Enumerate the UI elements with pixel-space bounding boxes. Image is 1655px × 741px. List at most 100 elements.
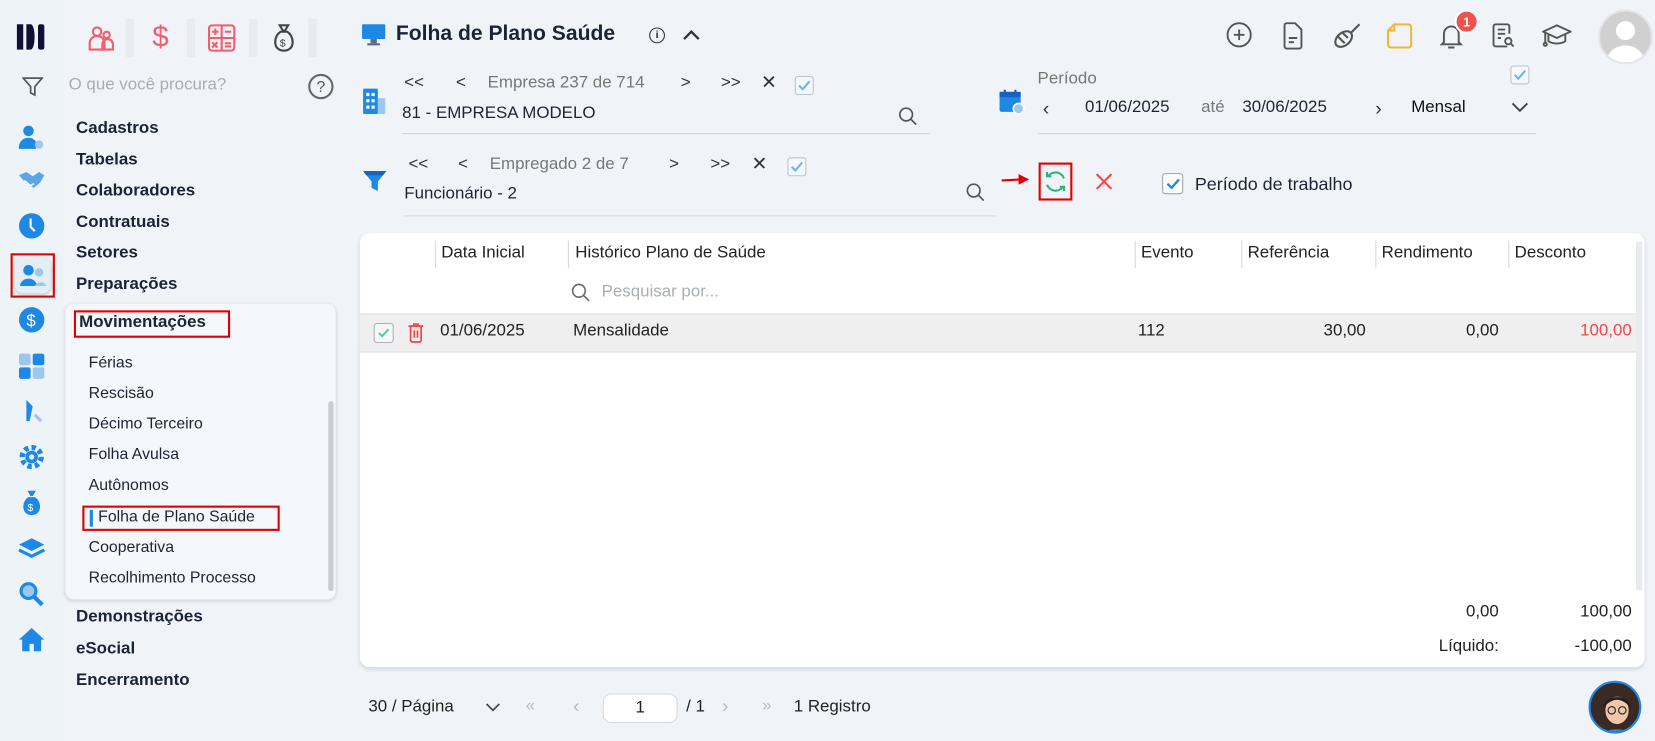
table-scrollbar[interactable] [1636,241,1643,591]
submenu-autonomos[interactable]: Autônomos [89,476,169,494]
periodo-checkbox[interactable] [1510,65,1530,85]
team-icon[interactable] [14,257,51,294]
document-icon[interactable] [1280,22,1305,50]
menu-search-input[interactable]: O que você procura? [69,76,227,95]
pen-tool-icon[interactable] [18,398,45,425]
empregado-next-button[interactable]: > [669,155,679,174]
empresa-first-button[interactable]: << [404,74,424,93]
layers-icon[interactable] [18,535,46,562]
empresa-search-icon[interactable] [897,106,918,127]
filter-icon[interactable] [21,75,44,98]
periodo-trabalho-checkbox[interactable] [1162,173,1184,195]
submenu-decimo-terceiro[interactable]: Décimo Terceiro [89,415,203,433]
empresa-counter: Empresa 237 de 714 [488,74,645,93]
empresa-checkbox[interactable] [794,75,814,95]
menu-esocial[interactable]: eSocial [76,640,135,659]
money-bag-icon[interactable]: $ [269,22,299,54]
people-icon[interactable] [87,23,117,53]
info-icon[interactable]: i [649,27,665,44]
search-rail-icon[interactable] [18,581,45,608]
notification-badge: 1 [1454,9,1479,34]
menu-demonstracoes[interactable]: Demonstrações [76,608,203,627]
column-header-evento[interactable]: Evento [1141,244,1194,263]
refresh-button[interactable] [1041,167,1071,197]
user-settings-icon[interactable] [18,123,45,150]
dollar-circle-icon[interactable]: $ [18,306,45,333]
periodo-end-date[interactable]: 30/06/2025 [1242,98,1327,117]
empresa-total: 714 [616,73,645,92]
next-page-button[interactable]: › [722,696,728,718]
first-page-button[interactable]: « [526,697,535,716]
row-select-checkbox[interactable] [373,322,394,344]
empregado-first-button[interactable]: << [408,155,428,174]
empregado-search-icon[interactable] [965,182,986,203]
menu-colaboradores[interactable]: Colaboradores [76,182,195,201]
submenu-scrollbar[interactable] [328,401,334,592]
periodo-type-select[interactable]: Mensal [1411,98,1465,117]
per-page-select[interactable]: 30 / Página [368,698,453,717]
column-header-rendimento[interactable]: Rendimento [1382,244,1473,263]
svg-text:$: $ [27,502,33,514]
menu-preparacoes[interactable]: Preparações [76,275,177,294]
handshake-icon[interactable] [18,167,45,194]
periodo-prev-button[interactable]: ‹ [1043,98,1049,120]
menu-contratuais[interactable]: Contratuais [76,213,170,232]
add-circle-icon[interactable] [1226,22,1252,48]
empregado-last-button[interactable]: >> [710,155,730,174]
periodo-start-date[interactable]: 01/06/2025 [1085,98,1170,117]
clock-icon[interactable] [18,212,45,239]
money-bag-rail-icon[interactable]: $ [18,489,45,516]
submenu-rescisao[interactable]: Rescisão [89,384,154,402]
empresa-clear-icon[interactable]: ✕ [761,72,777,94]
column-header-referencia[interactable]: Referência [1248,244,1330,263]
sticky-note-icon[interactable] [1386,22,1413,49]
user-avatar[interactable] [1598,9,1653,65]
home-icon[interactable] [18,626,45,653]
per-page-chevron-icon[interactable] [483,700,502,715]
submenu-ferias[interactable]: Férias [89,354,133,372]
report-search-icon[interactable] [1490,22,1515,49]
graduation-cap-icon[interactable] [1542,22,1572,49]
submenu-folha-plano-saude[interactable]: Folha de Plano Saúde [98,508,255,526]
empresa-field[interactable]: 81 - EMPRESA MODELO [402,104,595,123]
clear-filter-button[interactable] [1091,169,1116,194]
page-input[interactable]: 1 [602,693,678,724]
help-icon[interactable]: ? [308,73,334,100]
empregado-field[interactable]: Funcionário - 2 [404,185,517,204]
cell-evento: 112 [1137,321,1165,340]
periodo-underline [1037,132,1536,135]
dollar-icon[interactable]: $ [146,20,176,53]
empresa-prev-button[interactable]: < [456,74,466,93]
menu-setores[interactable]: Setores [76,244,138,263]
table-search-icon [570,282,591,303]
broom-icon[interactable] [1332,22,1362,49]
assistant-avatar[interactable] [1588,680,1642,734]
submenu-recolhimento-processo[interactable]: Recolhimento Processo [89,569,256,587]
submenu-folha-avulsa[interactable]: Folha Avulsa [89,445,179,463]
chevron-down-icon[interactable] [1509,99,1530,116]
table-search-input[interactable]: Pesquisar por... [602,283,719,302]
gear-icon[interactable] [18,443,45,470]
menu-encerramento[interactable]: Encerramento [76,671,190,690]
empregado-prev-button[interactable]: < [458,155,468,174]
menu-cadastros[interactable]: Cadastros [76,119,159,138]
last-page-button[interactable]: » [762,697,771,716]
submenu-cooperativa[interactable]: Cooperativa [89,538,174,556]
column-header-historico[interactable]: Histórico Plano de Saúde [575,244,766,263]
record-count: 1 Registro [793,697,871,716]
menu-tabelas[interactable]: Tabelas [76,151,138,170]
empresa-last-button[interactable]: >> [721,74,741,93]
menu-movimentacoes[interactable]: Movimentações [79,313,206,332]
empregado-clear-icon[interactable]: ✕ [752,153,768,175]
empresa-next-button[interactable]: > [681,74,691,93]
calculator-rail-icon[interactable] [18,353,45,380]
chevron-up-icon[interactable] [680,23,703,46]
periodo-trabalho-label[interactable]: Período de trabalho [1195,174,1353,195]
column-header-desconto[interactable]: Desconto [1515,244,1586,263]
prev-page-button[interactable]: ‹ [573,696,579,718]
column-header-data-inicial[interactable]: Data Inicial [441,244,525,263]
calculator-icon[interactable] [207,23,237,53]
empregado-checkbox[interactable] [787,157,807,177]
trash-icon[interactable] [406,321,425,344]
periodo-next-button[interactable]: › [1375,98,1381,120]
